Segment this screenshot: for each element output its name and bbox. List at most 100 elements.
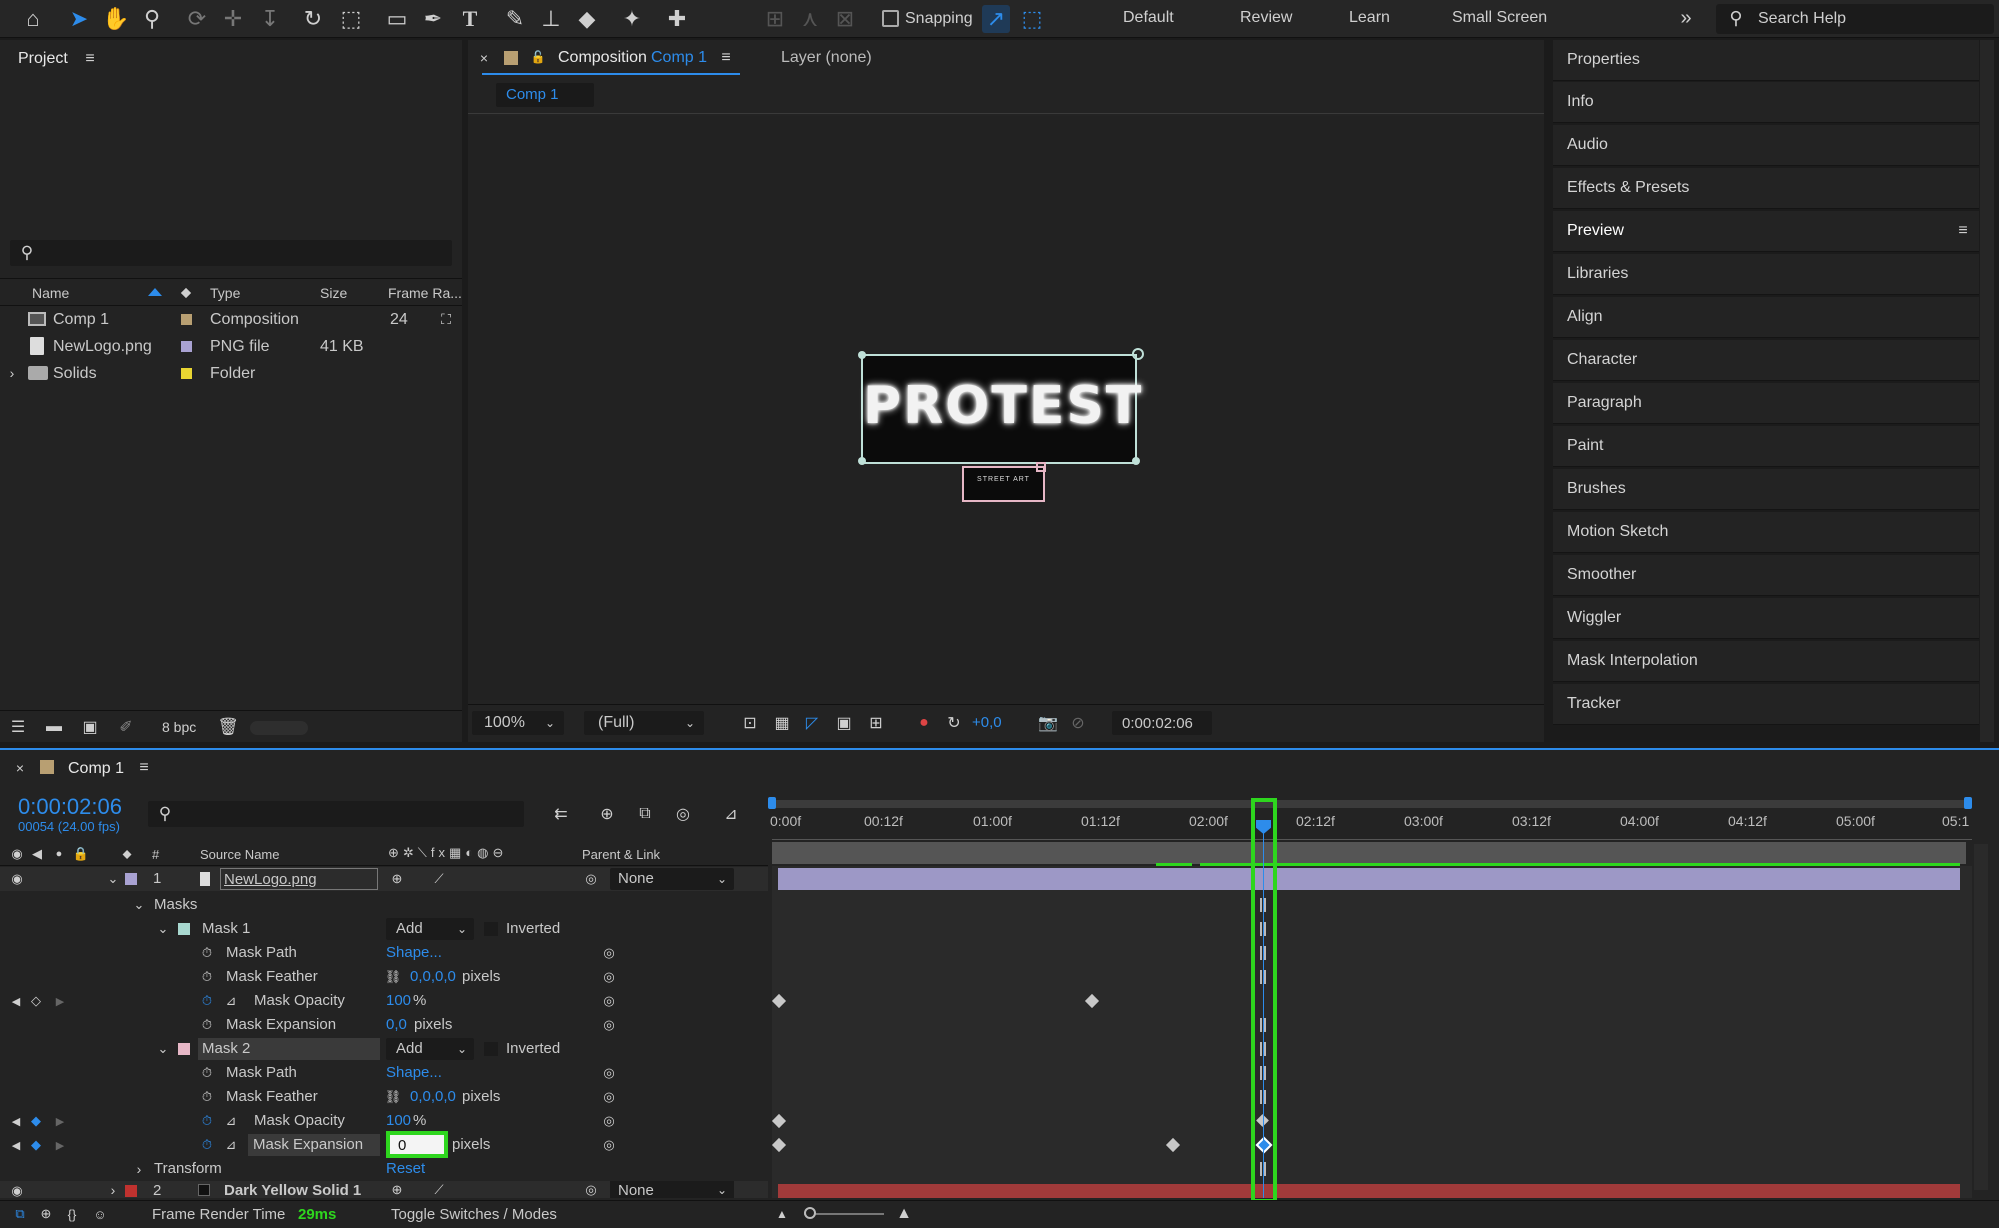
axis-icon[interactable]: ⋏ <box>795 4 825 34</box>
new-composition-icon[interactable]: ▣ <box>78 715 102 739</box>
panel-wiggler[interactable]: Wiggler <box>1553 598 1979 639</box>
graph-icon[interactable]: ⊿ <box>222 991 240 1011</box>
mask-handle[interactable] <box>1036 462 1046 472</box>
layer-duration-bar[interactable] <box>778 868 1960 890</box>
audio-icon[interactable]: ◀ <box>28 844 46 864</box>
expression-pickwhip-icon[interactable]: ◎ <box>600 1111 618 1131</box>
expression-pickwhip-icon[interactable]: ◎ <box>600 991 618 1011</box>
pan-behind-tool-icon[interactable]: ⬚ <box>336 4 366 34</box>
stopwatch-icon[interactable]: ⏱ <box>198 943 216 963</box>
eraser-tool-icon[interactable]: ◆ <box>572 4 602 34</box>
label-tag-icon[interactable]: ⬥ <box>118 844 136 864</box>
property-row[interactable]: ◀ ◆ ▶ ⏱ ⊿ Mask Expansion 0 pixels ◎ <box>0 1131 768 1158</box>
eye-icon[interactable]: ◉ <box>8 1183 26 1198</box>
draft-3d-icon[interactable]: ⊕ <box>594 801 620 827</box>
quality-icon[interactable]: ⟋ <box>430 869 448 889</box>
axis-world-icon[interactable]: ⊠ <box>830 4 860 34</box>
link-icon[interactable]: ⛓ <box>384 967 402 987</box>
adjust-icon[interactable]: ✐ <box>114 715 138 739</box>
col-parent-link[interactable]: Parent & Link <box>582 847 660 862</box>
expression-pickwhip-icon[interactable]: ◎ <box>600 1015 618 1035</box>
layer-row[interactable]: ◉ ⌄ 1 NewLogo.png ⊕ ⟋ ◎ None ⌄ <box>0 867 768 891</box>
puppet-pin-tool-icon[interactable]: ✚ <box>662 4 692 34</box>
project-item[interactable]: NewLogo.png PNG file 41 KB <box>0 333 462 360</box>
panel-align[interactable]: Align <box>1553 297 1979 338</box>
pan-tool-icon[interactable]: ✛ <box>218 4 248 34</box>
layer-name-box[interactable]: NewLogo.png <box>220 868 378 890</box>
rotate-tool-icon[interactable]: ↻ <box>298 4 328 34</box>
panel-character[interactable]: Character <box>1553 340 1979 381</box>
search-help-box[interactable]: ⚲ Search Help <box>1716 4 1994 34</box>
keyframe-area[interactable] <box>772 866 1972 1198</box>
panel-info[interactable]: Info <box>1553 82 1979 123</box>
rectangle-tool-icon[interactable]: ▭ <box>382 4 412 34</box>
inverted-checkbox[interactable] <box>484 1042 498 1056</box>
orbit-tool-icon[interactable]: ⟳ <box>182 4 212 34</box>
project-panel-title[interactable]: Project <box>18 50 68 68</box>
mask-color-swatch[interactable] <box>178 923 190 935</box>
panel-effects-presets[interactable]: Effects & Presets <box>1553 168 1979 209</box>
panel-audio[interactable]: Audio <box>1553 125 1979 166</box>
panel-preview[interactable]: Preview ≡ <box>1553 211 1979 252</box>
layer-row[interactable]: ◉ › 2 Dark Yellow Solid 1 ⊕ ⟋ ◎ None ⌄ <box>0 1181 768 1198</box>
interpret-footage-icon[interactable]: ☰ <box>6 715 30 739</box>
workspace-small-screen[interactable]: Small Screen <box>1452 9 1547 27</box>
stopwatch-icon[interactable]: ⏱ <box>198 1135 216 1155</box>
reset-exposure-icon[interactable]: ↻ <box>942 711 966 735</box>
stopwatch-icon[interactable]: ⏱ <box>198 1015 216 1035</box>
eye-icon[interactable]: ◉ <box>8 869 26 889</box>
channel-icon[interactable]: ● <box>912 711 936 735</box>
mask-path-value[interactable]: Shape... <box>386 944 442 961</box>
brush-tool-icon[interactable]: ✎ <box>500 4 530 34</box>
flowchart-icon[interactable]: ⛶ <box>436 309 456 329</box>
chevron-right-icon[interactable]: › <box>130 1159 148 1179</box>
pickwhip-icon[interactable]: ◎ <box>582 1181 600 1198</box>
panel-menu-icon[interactable]: ≡ <box>80 49 100 69</box>
work-area-start[interactable] <box>768 797 776 809</box>
chevron-right-icon[interactable]: › <box>4 364 20 382</box>
mask-expansion-value[interactable]: 0,0 <box>386 1016 407 1033</box>
zoom-tool-icon[interactable]: ⚲ <box>137 4 167 34</box>
mask-color-swatch[interactable] <box>178 1043 190 1055</box>
frame-blending-icon[interactable]: ◎ <box>670 801 696 827</box>
property-name-selected[interactable]: Mask Expansion <box>248 1134 380 1156</box>
zoom-slider[interactable] <box>804 1207 884 1219</box>
expression-pickwhip-icon[interactable]: ◎ <box>600 1135 618 1155</box>
property-row[interactable]: ◀ ◆ ▶ ⏱ ⊿ Mask Opacity 100 % ◎ <box>0 1109 768 1133</box>
home-icon[interactable]: ⌂ <box>18 4 48 34</box>
panel-menu-icon[interactable]: ≡ <box>716 48 736 68</box>
close-icon[interactable]: × <box>12 760 28 776</box>
lock-icon[interactable]: 🔓 <box>530 48 546 66</box>
mask-opacity-value[interactable]: 100 <box>386 992 411 1009</box>
mask-handle[interactable] <box>1132 348 1144 360</box>
time-navigator[interactable] <box>772 800 1972 808</box>
hand-tool-icon[interactable]: ✋ <box>101 4 131 34</box>
stopwatch-icon[interactable]: ⏱ <box>198 991 216 1011</box>
expression-pickwhip-icon[interactable]: ◎ <box>600 1087 618 1107</box>
panel-menu-icon[interactable]: ≡ <box>1953 221 1973 241</box>
project-item[interactable]: › Solids Folder <box>0 360 462 387</box>
more-workspaces-icon[interactable]: » <box>1672 4 1700 32</box>
render-icon[interactable]: ☺ <box>90 1204 110 1224</box>
panel-mask-interpolation[interactable]: Mask Interpolation <box>1553 641 1979 682</box>
next-keyframe-icon[interactable]: ▶ <box>52 1135 68 1155</box>
expression-pickwhip-icon[interactable]: ◎ <box>600 967 618 987</box>
bit-depth-label[interactable]: 8 bpc <box>162 719 196 735</box>
region-of-interest-icon[interactable]: ▣ <box>832 711 856 735</box>
col-size[interactable]: Size <box>320 285 347 301</box>
toggle-switches-modes[interactable]: Toggle Switches / Modes <box>391 1206 557 1223</box>
comp-flow-tab[interactable]: Comp 1 <box>496 83 594 107</box>
show-snapshot-icon[interactable]: ⊘ <box>1066 711 1090 735</box>
mask-path-value[interactable]: Shape... <box>386 1064 442 1081</box>
col-frame-rate[interactable]: Frame Ra... <box>388 285 462 301</box>
work-area-end[interactable] <box>1964 797 1972 809</box>
time-ruler[interactable] <box>772 810 1972 840</box>
grid-guides-icon[interactable]: ⊞ <box>864 711 888 735</box>
right-scrollbar[interactable] <box>1980 40 1994 742</box>
graph-icon[interactable]: ⊿ <box>222 1135 240 1155</box>
collapse-transform-icon[interactable]: ⊕ <box>388 869 406 889</box>
property-row[interactable]: ⏱ Mask Path Shape... ◎ <box>0 1061 768 1085</box>
composition-flowchart-icon[interactable]: ⇇ <box>548 801 574 827</box>
chevron-down-icon[interactable]: ⌄ <box>154 1039 172 1059</box>
close-icon[interactable]: × <box>476 50 492 66</box>
